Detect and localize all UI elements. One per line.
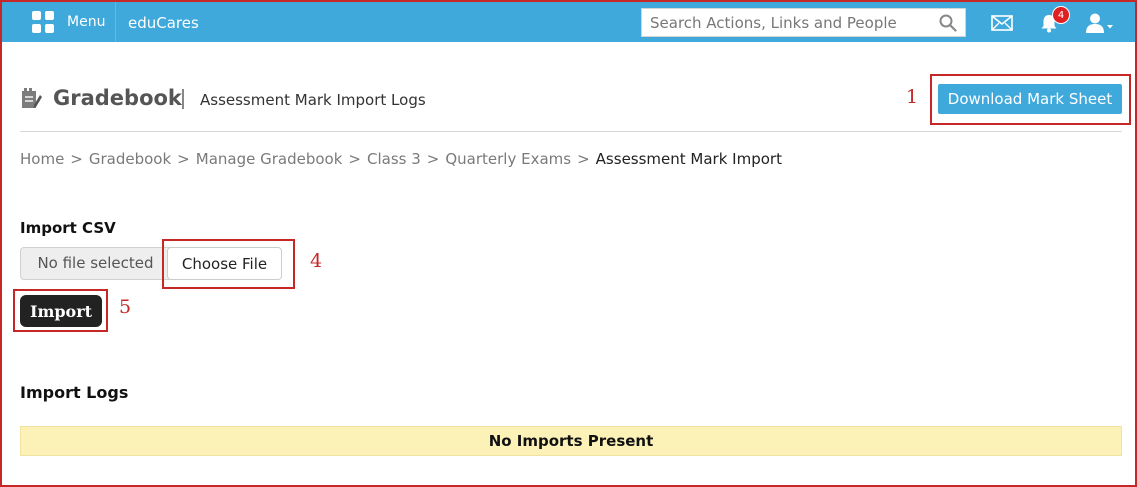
breadcrumb-home[interactable]: Home: [20, 150, 64, 168]
empty-logs-message: No Imports Present: [20, 426, 1122, 456]
grid-menu-icon: [32, 11, 54, 33]
breadcrumb-separator: >: [70, 150, 83, 168]
import-csv-label: Import CSV: [20, 219, 116, 237]
search-input[interactable]: [642, 9, 927, 36]
breadcrumb-separator: >: [577, 150, 590, 168]
search-box: [641, 8, 966, 37]
breadcrumb-separator: >: [348, 150, 361, 168]
breadcrumb-manage-gradebook[interactable]: Manage Gradebook: [196, 150, 343, 168]
callout-download: 1: [906, 86, 919, 108]
breadcrumb-current: Assessment Mark Import: [595, 150, 782, 168]
navbar-divider: [115, 2, 116, 42]
breadcrumb-separator: >: [426, 150, 440, 168]
page-subtitle: Assessment Mark Import Logs: [200, 91, 426, 109]
menu-label: Menu: [67, 14, 106, 30]
breadcrumb-separator: >: [177, 150, 190, 168]
callout-import: 5: [119, 296, 132, 318]
breadcrumb: Home > Gradebook > Manage Gradebook > Class 3 >…: [20, 150, 782, 168]
menu-button[interactable]: Menu: [22, 2, 115, 42]
page-title: Gradebook: [53, 86, 182, 110]
import-button[interactable]: Import: [20, 295, 102, 327]
user-icon[interactable]: [1084, 12, 1114, 34]
breadcrumb-gradebook[interactable]: Gradebook: [89, 150, 171, 168]
top-navbar: Menu eduCares 4: [2, 2, 1135, 42]
search-icon[interactable]: [939, 14, 957, 32]
notification-badge: 4: [1052, 6, 1070, 24]
pencil-edit-icon: [22, 88, 42, 108]
header-divider: [20, 131, 1122, 132]
choose-file-button[interactable]: Choose File: [167, 247, 282, 280]
title-divider: [182, 89, 184, 109]
import-logs-heading: Import Logs: [20, 383, 129, 402]
mail-icon[interactable]: [991, 15, 1013, 31]
breadcrumb-exams[interactable]: Quarterly Exams: [445, 150, 571, 168]
file-status-text: No file selected: [20, 247, 170, 280]
callout-choose: 4: [310, 250, 323, 272]
app-name-link[interactable]: eduCares: [128, 14, 199, 32]
download-mark-sheet-button[interactable]: Download Mark Sheet: [938, 84, 1122, 114]
breadcrumb-class[interactable]: Class 3: [367, 150, 421, 168]
